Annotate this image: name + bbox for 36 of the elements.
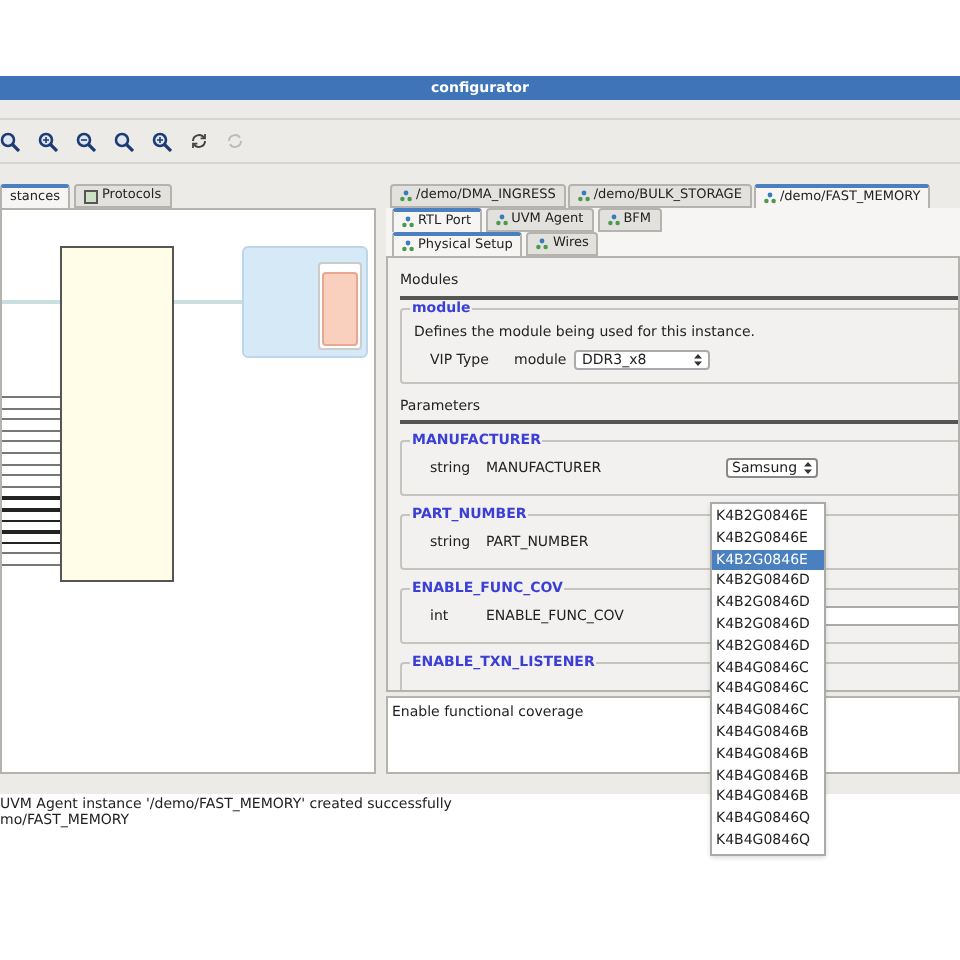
zoom-in-icon[interactable] (152, 131, 172, 151)
grid-icon (84, 189, 98, 203)
signal-line (2, 496, 60, 500)
network-node-icon (400, 190, 412, 202)
signal-line (2, 407, 60, 410)
network-node-icon (577, 190, 590, 202)
signal-line (2, 564, 60, 566)
network-node-icon (402, 240, 414, 252)
signal-line (2, 519, 60, 523)
magnifier-icon[interactable] (114, 131, 134, 151)
zoom-in-icon[interactable] (38, 131, 58, 151)
signal-line (2, 452, 60, 454)
signal-line (2, 429, 60, 432)
signal-line (2, 530, 60, 534)
refresh-icon[interactable] (190, 132, 208, 150)
signal-line (2, 396, 60, 398)
network-node-icon (763, 192, 776, 204)
signal-line (2, 541, 60, 545)
spinner-arrows-icon (803, 462, 812, 474)
uvm-agent-block (322, 272, 358, 346)
signal-line (2, 508, 60, 511)
signal-line (2, 485, 60, 488)
connection-line (172, 300, 242, 304)
signal-line (2, 440, 60, 443)
magnifier-icon[interactable] (0, 131, 20, 151)
zoom-out-icon[interactable] (76, 131, 96, 151)
spinner-arrows-icon (694, 353, 702, 366)
signal-line (2, 552, 60, 555)
signal-line (2, 418, 60, 421)
signal-line (2, 463, 60, 466)
signal-line (2, 474, 60, 477)
network-node-icon (402, 216, 414, 228)
network-node-icon (607, 214, 620, 226)
network-node-icon (495, 214, 508, 226)
network-node-icon (536, 238, 549, 250)
connection-line (2, 300, 60, 304)
